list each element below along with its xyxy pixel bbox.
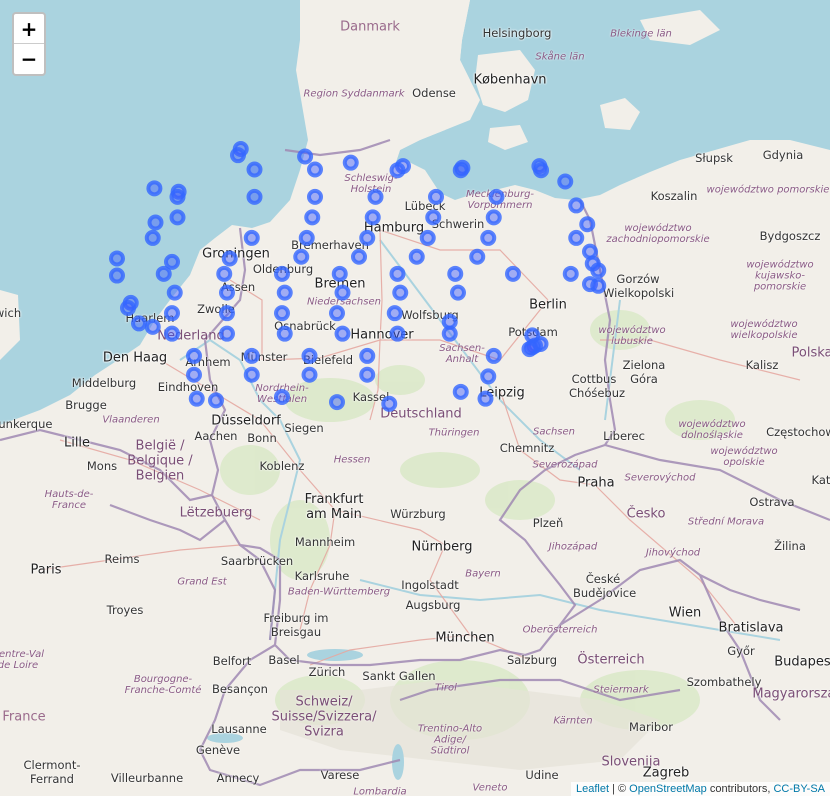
map-marker[interactable]: [329, 394, 345, 411]
map-marker[interactable]: [274, 305, 290, 322]
attribution-sep: | ©: [609, 783, 630, 795]
map-marker[interactable]: [276, 284, 293, 301]
map-marker[interactable]: [216, 265, 233, 282]
map-marker[interactable]: [304, 209, 321, 226]
map-marker[interactable]: [568, 229, 585, 246]
map-marker[interactable]: [557, 173, 574, 190]
map-marker[interactable]: [109, 267, 125, 284]
map-marker[interactable]: [334, 325, 351, 342]
map-marker[interactable]: [389, 265, 406, 282]
map-marker[interactable]: [208, 392, 224, 409]
map-marker[interactable]: [452, 162, 469, 179]
map-marker[interactable]: [186, 347, 202, 364]
markers-layer: [109, 141, 607, 412]
map-marker[interactable]: [450, 284, 466, 301]
map-marker[interactable]: [359, 229, 376, 246]
map-marker[interactable]: [188, 390, 205, 407]
map-marker[interactable]: [488, 188, 505, 205]
map-marker[interactable]: [219, 305, 235, 322]
map-marker[interactable]: [351, 248, 367, 265]
map-marker[interactable]: [389, 162, 406, 179]
map-marker[interactable]: [533, 162, 550, 179]
map-marker[interactable]: [485, 209, 502, 226]
map-marker[interactable]: [568, 197, 585, 214]
map-marker[interactable]: [359, 366, 376, 383]
map-marker[interactable]: [428, 188, 444, 205]
map-marker[interactable]: [298, 229, 315, 246]
map-marker[interactable]: [276, 325, 293, 342]
map-marker[interactable]: [331, 265, 348, 282]
map-marker[interactable]: [419, 229, 436, 246]
map-marker[interactable]: [169, 209, 186, 226]
leaflet-link[interactable]: Leaflet: [576, 783, 609, 795]
map-marker[interactable]: [389, 325, 406, 342]
map-marker[interactable]: [243, 347, 260, 364]
map-marker[interactable]: [364, 209, 381, 226]
map-marker[interactable]: [329, 305, 345, 322]
map-marker[interactable]: [164, 305, 180, 322]
map-marker[interactable]: [342, 154, 359, 171]
map-marker[interactable]: [243, 229, 260, 246]
license-link[interactable]: CC-BY-SA: [773, 783, 825, 795]
map-marker[interactable]: [359, 347, 376, 364]
map-marker[interactable]: [144, 318, 161, 335]
map-marker[interactable]: [307, 161, 323, 178]
map-marker[interactable]: [301, 366, 318, 383]
map-marker[interactable]: [274, 388, 290, 405]
osm-link[interactable]: OpenStreetMap: [629, 783, 707, 795]
zoom-control: + −: [12, 12, 46, 76]
map-marker[interactable]: [408, 248, 425, 265]
map-marker[interactable]: [169, 188, 186, 205]
attribution: Leaflet | © OpenStreetMap contributors, …: [570, 782, 830, 796]
map-marker[interactable]: [301, 347, 318, 364]
map-marker[interactable]: [381, 395, 398, 412]
map-marker[interactable]: [469, 248, 486, 265]
attribution-contributors: contributors,: [706, 783, 774, 795]
map-marker[interactable]: [452, 383, 469, 400]
map-marker[interactable]: [120, 300, 136, 317]
map-marker[interactable]: [221, 250, 238, 267]
map-marker[interactable]: [219, 284, 235, 301]
map-marker[interactable]: [386, 305, 403, 322]
map-marker[interactable]: [131, 315, 147, 332]
map-marker[interactable]: [590, 277, 607, 294]
map-marker[interactable]: [477, 390, 494, 407]
map-marker[interactable]: [144, 229, 161, 246]
map-marker[interactable]: [243, 366, 260, 383]
map-marker[interactable]: [579, 216, 596, 233]
map-marker[interactable]: [521, 341, 538, 358]
map-marker[interactable]: [246, 161, 263, 178]
map-marker[interactable]: [146, 180, 163, 197]
map-marker[interactable]: [155, 265, 172, 282]
map-marker[interactable]: [392, 284, 409, 301]
map-marker[interactable]: [109, 250, 125, 267]
map-marker[interactable]: [246, 188, 263, 205]
map-marker[interactable]: [441, 325, 458, 342]
map-marker[interactable]: [485, 347, 502, 364]
map-marker[interactable]: [480, 229, 497, 246]
map-marker[interactable]: [425, 209, 442, 226]
map-marker[interactable]: [562, 265, 579, 282]
map-marker[interactable]: [505, 265, 521, 282]
map-marker[interactable]: [164, 325, 180, 342]
map-marker[interactable]: [147, 214, 164, 231]
map-marker[interactable]: [590, 262, 607, 279]
map-marker[interactable]: [274, 265, 290, 282]
map-marker[interactable]: [219, 325, 235, 342]
map-marker[interactable]: [334, 284, 351, 301]
map-marker[interactable]: [367, 188, 384, 205]
map-marker[interactable]: [297, 148, 314, 165]
map-marker[interactable]: [307, 188, 323, 205]
map[interactable]: Danmark Helsingborg Skåne län Blekinge l…: [0, 0, 830, 796]
map-marker[interactable]: [186, 366, 202, 383]
map-marker[interactable]: [480, 368, 497, 385]
zoom-in-button[interactable]: +: [14, 14, 44, 44]
map-marker[interactable]: [230, 147, 246, 164]
map-marker[interactable]: [447, 265, 464, 282]
map-marker[interactable]: [164, 253, 180, 270]
map-marker[interactable]: [293, 248, 310, 265]
zoom-out-button[interactable]: −: [14, 44, 44, 74]
map-marker[interactable]: [166, 284, 183, 301]
